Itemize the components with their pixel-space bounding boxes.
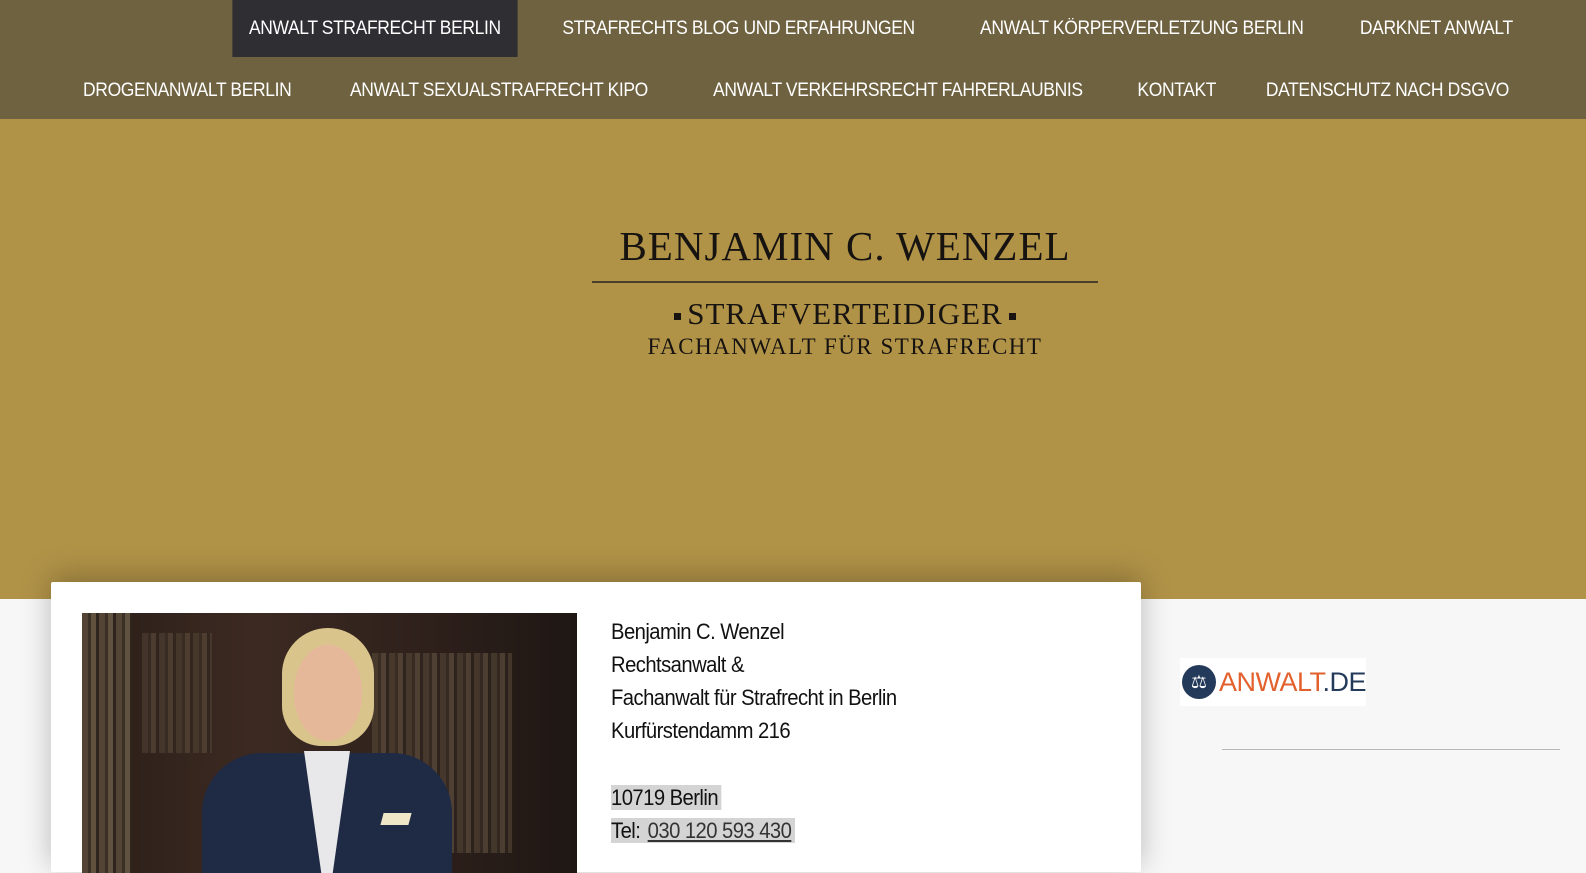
- anwalt-de-badge[interactable]: ⚖ ANWALT.DE: [1180, 658, 1366, 706]
- sidebar-divider: [1222, 749, 1560, 750]
- nav-item-darknet-anwalt[interactable]: DARKNET ANWALT: [1343, 0, 1513, 57]
- nav-item-kontakt[interactable]: KONTAKT: [1121, 62, 1233, 119]
- contact-street: Kurfürstendamm 216: [611, 718, 791, 743]
- phone-link[interactable]: 030 120 593 430: [648, 818, 792, 843]
- nav-item-sexualstrafrecht[interactable]: ANWALT SEXUALSTRAFRECHT KIPO: [333, 62, 664, 119]
- nav-item-strafrechts-blog[interactable]: STRAFRECHTS BLOG UND ERFAHRUNGEN: [546, 0, 932, 57]
- contact-title-2: Fachanwalt für Strafrecht in Berlin: [611, 685, 897, 710]
- nav-item-drogenanwalt[interactable]: DROGENANWALT BERLIN: [67, 62, 308, 119]
- contact-phone-row: Tel: 030 120 593 430: [611, 818, 796, 843]
- logo-divider: [592, 281, 1098, 283]
- nav-item-datenschutz[interactable]: DATENSCHUTZ NACH DSGVO: [1249, 62, 1509, 119]
- person-head: [282, 628, 374, 746]
- nav-item-anwalt-strafrecht-berlin[interactable]: ANWALT STRAFRECHT BERLIN: [231, 0, 517, 57]
- logo-name: BENJAMIN C. WENZEL: [619, 223, 1071, 269]
- contact-title-1: Rechtsanwalt &: [611, 652, 744, 677]
- nav-item-verkehrsrecht[interactable]: ANWALT VERKEHRSRECHT FAHRERLAUBNIS: [696, 62, 1099, 119]
- nav-item-anwalt-koerperverletzung[interactable]: ANWALT KÖRPERVERLETZUNG BERLIN: [964, 0, 1321, 57]
- site-logo[interactable]: BENJAMIN C. WENZEL STRAFVERTEIDIGER FACH…: [590, 222, 1100, 361]
- lawyer-portrait: [82, 613, 577, 873]
- contact-city: 10719 Berlin: [611, 785, 722, 810]
- nav-row-primary: ANWALT STRAFRECHT BERLIN STRAFRECHTS BLO…: [220, 0, 1520, 57]
- square-bullet-icon: [1008, 313, 1016, 321]
- square-bullet-icon: [674, 313, 682, 321]
- top-navigation: ANWALT STRAFRECHT BERLIN STRAFRECHTS BLO…: [0, 0, 1586, 119]
- bookshelf: [142, 633, 212, 753]
- logo-subtitle-2: FACHANWALT FÜR STRAFRECHT: [647, 334, 1043, 359]
- hero-banner: BENJAMIN C. WENZEL STRAFVERTEIDIGER FACH…: [0, 119, 1586, 599]
- logo-subtitle: STRAFVERTEIDIGER: [590, 297, 1100, 331]
- nav-row-secondary: DROGENANWALT BERLIN ANWALT SEXUALSTRAFRE…: [56, 62, 1520, 119]
- contact-details: Benjamin C. Wenzel Rechtsanwalt & Fachan…: [611, 615, 921, 847]
- badge-text: ANWALT.DE: [1218, 666, 1367, 697]
- scales-icon: ⚖: [1182, 665, 1216, 699]
- pocket-square: [380, 813, 412, 825]
- phone-label: Tel:: [611, 818, 641, 843]
- bookshelf: [82, 613, 132, 873]
- profile-card: Benjamin C. Wenzel Rechtsanwalt & Fachan…: [51, 582, 1141, 873]
- contact-name: Benjamin C. Wenzel: [611, 619, 785, 644]
